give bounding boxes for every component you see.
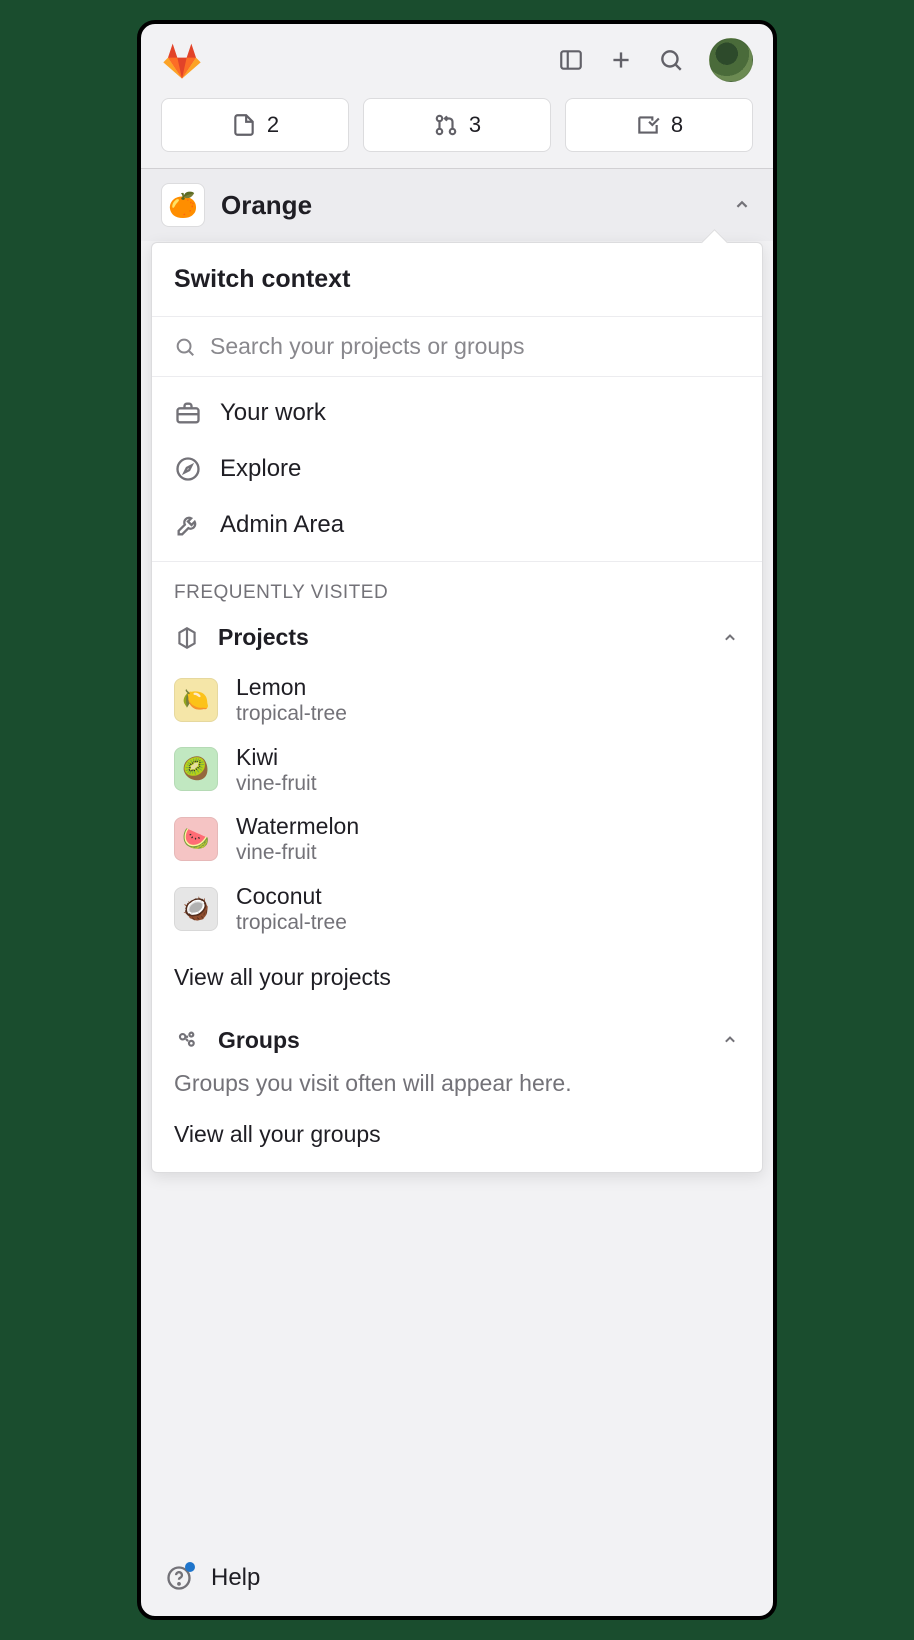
plus-icon[interactable]	[601, 40, 641, 80]
briefcase-icon	[174, 399, 202, 427]
issues-count: 2	[267, 112, 279, 138]
todos-count-button[interactable]: 8	[565, 98, 753, 152]
project-text: Coconut tropical-tree	[236, 882, 347, 936]
projects-list: 🍋 Lemon tropical-tree 🥝 Kiwi vine-fruit …	[152, 661, 762, 950]
chevron-up-icon	[731, 194, 753, 216]
search-input[interactable]	[210, 333, 740, 360]
search-row	[152, 317, 762, 377]
nav-admin[interactable]: Admin Area	[152, 497, 762, 553]
nav-your-work[interactable]: Your work	[152, 385, 762, 441]
topbar	[141, 24, 773, 88]
merge-requests-count-button[interactable]: 3	[363, 98, 551, 152]
wrench-icon	[174, 511, 202, 539]
sidebar-toggle-icon[interactable]	[551, 40, 591, 80]
nav-explore[interactable]: Explore	[152, 441, 762, 497]
projects-label: Projects	[218, 624, 309, 651]
context-name: Orange	[221, 190, 715, 221]
groups-empty-text: Groups you visit often will appear here.	[152, 1064, 762, 1107]
project-item[interactable]: 🍉 Watermelon vine-fruit	[174, 804, 740, 874]
project-namespace: tropical-tree	[236, 910, 347, 936]
compass-icon	[174, 455, 202, 483]
project-namespace: vine-fruit	[236, 771, 317, 797]
todos-count: 8	[671, 112, 683, 138]
project-name: Watermelon	[236, 812, 359, 840]
project-namespace: tropical-tree	[236, 701, 347, 727]
project-item[interactable]: 🍋 Lemon tropical-tree	[174, 665, 740, 735]
project-name: Coconut	[236, 882, 347, 910]
nav-list: Your work Explore Admin Area	[152, 377, 762, 562]
help-button[interactable]: Help	[141, 1544, 773, 1616]
project-name: Lemon	[236, 673, 347, 701]
project-namespace: vine-fruit	[236, 840, 359, 866]
user-avatar[interactable]	[709, 38, 753, 82]
project-text: Lemon tropical-tree	[236, 673, 347, 727]
project-avatar: 🍉	[174, 817, 218, 861]
chevron-up-icon	[720, 1030, 740, 1050]
context-switcher-button[interactable]: 🍊 Orange	[141, 168, 773, 241]
notification-dot	[185, 1562, 195, 1572]
sidebar-frame: 2 3 8 🍊 Orange Help Switch context	[137, 20, 777, 1620]
group-icon	[174, 1027, 200, 1053]
nav-label: Your work	[220, 399, 326, 427]
nav-label: Explore	[220, 455, 301, 483]
project-avatar: 🥥	[174, 887, 218, 931]
project-text: Watermelon vine-fruit	[236, 812, 359, 866]
project-text: Kiwi vine-fruit	[236, 743, 317, 797]
frequently-visited-label: FREQUENTLY VISITED	[152, 562, 762, 616]
project-avatar: 🍋	[174, 678, 218, 722]
nav-label: Admin Area	[220, 511, 344, 539]
context-avatar: 🍊	[161, 183, 205, 227]
help-label: Help	[211, 1564, 260, 1592]
project-icon	[174, 625, 200, 651]
project-avatar: 🥝	[174, 747, 218, 791]
context-emoji: 🍊	[168, 191, 198, 220]
view-all-projects-link[interactable]: View all your projects	[152, 950, 762, 1011]
search-icon[interactable]	[651, 40, 691, 80]
project-name: Kiwi	[236, 743, 317, 771]
view-all-groups-link[interactable]: View all your groups	[152, 1107, 762, 1172]
gitlab-logo[interactable]	[161, 39, 203, 81]
mr-count: 3	[469, 112, 481, 138]
groups-label: Groups	[218, 1027, 300, 1054]
popover-title: Switch context	[152, 243, 762, 317]
context-switcher-popover: Switch context Your work Explore Admin A…	[151, 242, 763, 1173]
counts-row: 2 3 8	[141, 88, 773, 168]
issues-count-button[interactable]: 2	[161, 98, 349, 152]
chevron-up-icon	[720, 628, 740, 648]
help-icon	[165, 1564, 193, 1592]
groups-section-header[interactable]: Groups	[152, 1011, 762, 1064]
project-item[interactable]: 🥥 Coconut tropical-tree	[174, 874, 740, 944]
search-icon	[174, 336, 196, 358]
project-item[interactable]: 🥝 Kiwi vine-fruit	[174, 735, 740, 805]
projects-section-header[interactable]: Projects	[152, 616, 762, 661]
